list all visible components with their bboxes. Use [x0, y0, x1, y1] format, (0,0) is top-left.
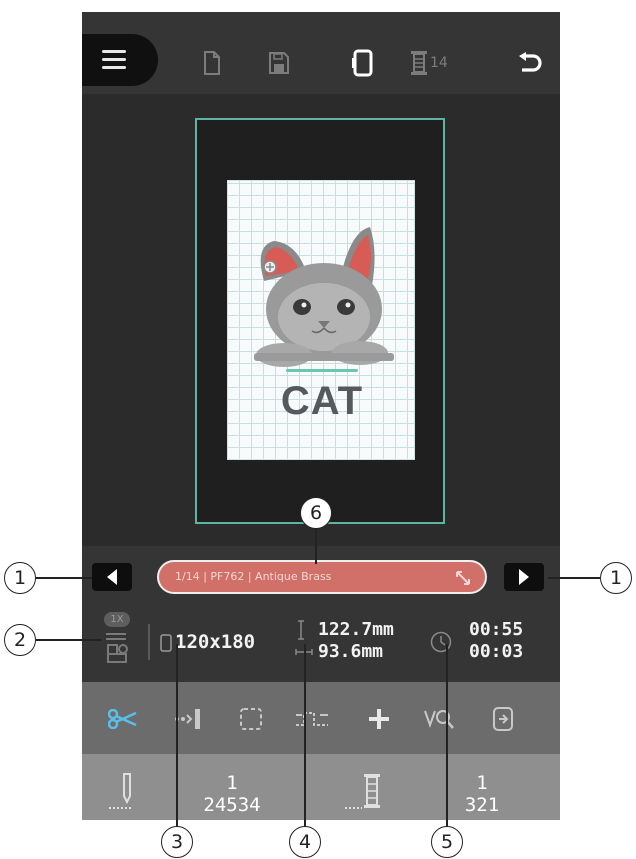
trim-tool-button[interactable]	[106, 702, 140, 736]
callout-4: 4	[289, 826, 321, 858]
hoop-size-value: 120x180	[175, 631, 256, 653]
callout-5-line	[446, 644, 448, 828]
needle-icon	[109, 773, 132, 809]
hoop-export-icon	[493, 707, 513, 731]
info-panel: 1/14 | PF762 | Antique Brass 1X 120x180 …	[82, 546, 560, 682]
needle-color-index: 1	[226, 772, 238, 794]
menu-button[interactable]	[82, 34, 158, 86]
spool-icon	[411, 51, 427, 75]
time-total: 00:55	[469, 619, 524, 640]
callout-1-right-line	[548, 577, 600, 579]
undo-button[interactable]	[512, 48, 546, 78]
callout-6: 6	[300, 497, 332, 529]
new-file-icon	[204, 51, 220, 75]
divider	[148, 624, 150, 660]
callout-6-line	[315, 528, 317, 564]
callout-1-left-line	[36, 577, 92, 579]
hoop-button[interactable]	[346, 48, 380, 78]
move-stitch-icon	[175, 709, 200, 729]
triangle-right-icon	[519, 569, 529, 585]
hoop-size-icon	[160, 634, 172, 652]
callout-2-line	[36, 639, 102, 641]
thread-index: 1	[476, 772, 488, 794]
callout-3: 3	[161, 826, 193, 858]
save-button[interactable]	[262, 48, 296, 78]
thread-count-label: 14	[430, 55, 448, 71]
undo-icon	[519, 52, 542, 72]
select-area-icon	[240, 708, 262, 730]
top-toolbar: 14	[82, 12, 560, 94]
jump-stitch-tool-button[interactable]	[292, 702, 332, 736]
thread-label: 1/14 | PF762 | Antique Brass	[175, 570, 332, 583]
stitch-counters: 1 24534 1 321	[82, 754, 560, 820]
zoom-tool-button[interactable]	[422, 702, 456, 736]
expand-icon	[456, 571, 470, 585]
speed-badge: 1X	[104, 612, 130, 627]
speed-section[interactable]: 1X	[94, 612, 142, 672]
hoop-export-tool-button[interactable]	[486, 702, 520, 736]
save-icon	[269, 52, 289, 74]
design-preview[interactable]: CAT	[227, 180, 415, 460]
hoop-icon	[352, 49, 373, 77]
center-cross-icon	[369, 709, 389, 729]
zoom-icon	[424, 710, 454, 729]
thread-stitch-count: 321	[464, 794, 500, 816]
cat-embroidery-image	[254, 227, 394, 367]
thread-list-button[interactable]: 14	[410, 48, 470, 78]
callout-4-line	[304, 644, 306, 828]
callout-3-line	[176, 644, 178, 828]
design-underline	[286, 369, 358, 372]
new-file-button[interactable]	[195, 48, 229, 78]
device-screen: 14 CAT 1/14 | PF762 | Antique Brass 1X 1…	[82, 12, 560, 820]
center-tool-button[interactable]	[362, 702, 396, 736]
previous-thread-button[interactable]	[92, 563, 132, 591]
callout-1-left: 1	[4, 562, 36, 594]
next-thread-button[interactable]	[504, 563, 544, 591]
machine-icon	[106, 633, 128, 663]
select-area-tool-button[interactable]	[234, 702, 268, 736]
scissors-icon	[108, 709, 137, 729]
callout-5: 5	[431, 826, 463, 858]
width-value: 93.6mm	[318, 641, 384, 662]
tool-bar	[82, 682, 560, 754]
jump-stitch-icon	[296, 712, 328, 726]
callout-2: 2	[4, 624, 36, 656]
callout-1-right: 1	[600, 562, 632, 594]
thread-selector[interactable]: 1/14 | PF762 | Antique Brass	[157, 560, 487, 594]
thread-spool-icon	[345, 774, 380, 809]
speed-badge-label: 1X	[110, 614, 124, 625]
needle-stitch-count: 24534	[203, 794, 261, 816]
height-value: 122.7mm	[318, 619, 394, 640]
design-text: CAT	[280, 379, 364, 423]
clock-icon	[430, 631, 452, 653]
height-icon	[298, 620, 304, 640]
time-remaining: 00:03	[469, 641, 524, 662]
triangle-left-icon	[107, 569, 117, 585]
